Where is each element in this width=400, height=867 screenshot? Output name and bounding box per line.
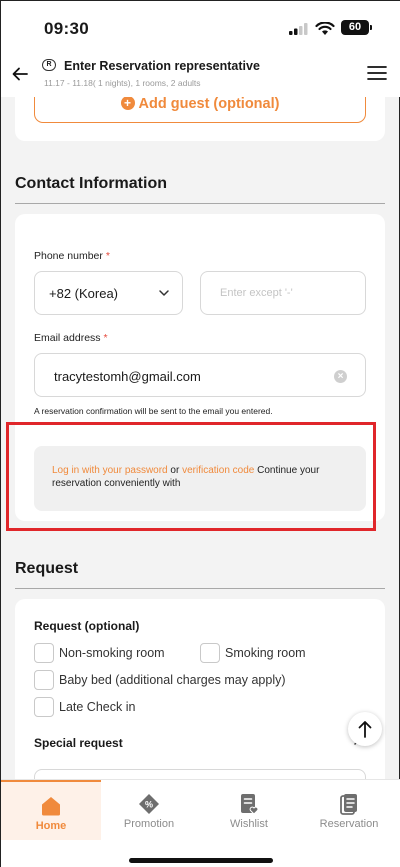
promotion-icon: % bbox=[139, 794, 159, 814]
scroll-to-top-button[interactable] bbox=[348, 712, 382, 746]
required-mark: * bbox=[103, 332, 108, 344]
clear-icon[interactable]: × bbox=[334, 370, 347, 383]
wifi-icon bbox=[315, 22, 335, 35]
stay-summary: 11.17 - 11.18( 1 nights), 1 rooms, 2 adu… bbox=[44, 78, 201, 88]
bottom-nav: Home % Promotion Wishlist Reservation bbox=[1, 779, 400, 867]
email-value: tracytestomh@gmail.com bbox=[54, 369, 201, 384]
guest-card: + Add guest (optional) bbox=[15, 97, 385, 141]
nav-reservation[interactable]: Reservation bbox=[299, 780, 399, 840]
nav-promotion[interactable]: % Promotion bbox=[99, 780, 199, 840]
status-bar: 09:30 60 bbox=[1, 1, 400, 53]
request-section-title: Request bbox=[15, 560, 79, 577]
nav-home-label: Home bbox=[35, 820, 67, 832]
baby-bed-checkbox[interactable] bbox=[34, 670, 54, 690]
contact-section-title: Contact Information bbox=[15, 175, 167, 192]
status-time: 09:30 bbox=[44, 19, 89, 38]
arrow-up-icon bbox=[358, 721, 372, 738]
baby-bed-label: Baby bed (additional charges may apply) bbox=[59, 673, 286, 687]
email-field[interactable]: tracytestomh@gmail.com × bbox=[34, 353, 366, 397]
add-guest-button[interactable]: + Add guest (optional) bbox=[34, 97, 366, 123]
required-mark: * bbox=[105, 250, 110, 262]
reservation-icon bbox=[340, 794, 357, 815]
late-checkin-label: Late Check in bbox=[59, 700, 136, 714]
nav-wishlist-label: Wishlist bbox=[230, 818, 268, 830]
back-arrow-icon[interactable] bbox=[11, 65, 29, 83]
plus-icon: + bbox=[120, 97, 135, 110]
nav-promotion-label: Promotion bbox=[123, 818, 175, 830]
special-request-label: Special request bbox=[34, 736, 123, 750]
svg-text:%: % bbox=[145, 800, 153, 810]
page-content[interactable]: + Add guest (optional) Contact Informatio… bbox=[1, 97, 400, 779]
home-indicator bbox=[129, 858, 273, 863]
country-code-value: +82 (Korea) bbox=[49, 286, 119, 301]
divider bbox=[15, 588, 385, 589]
home-icon bbox=[42, 797, 60, 816]
signal-icon bbox=[289, 23, 308, 35]
battery-icon: 60 bbox=[341, 20, 372, 35]
chevron-down-icon bbox=[159, 290, 169, 296]
non-smoking-label: Non-smoking room bbox=[59, 646, 165, 660]
special-request-input[interactable] bbox=[34, 769, 366, 779]
email-hint: A reservation confirmation will be sent … bbox=[34, 406, 273, 416]
nav-wishlist[interactable]: Wishlist bbox=[199, 780, 299, 840]
country-code-select[interactable]: +82 (Korea) bbox=[34, 271, 183, 315]
add-guest-label: Add guest (optional) bbox=[138, 97, 280, 112]
page-title: Enter Reservation representative bbox=[64, 59, 260, 73]
smoking-checkbox[interactable] bbox=[200, 643, 220, 663]
smoking-label: Smoking room bbox=[225, 646, 306, 660]
phone-label: Phone number * bbox=[34, 250, 110, 262]
nav-home[interactable]: Home bbox=[1, 780, 101, 840]
page-header: R Enter Reservation representative 11.17… bbox=[1, 53, 400, 97]
menu-icon[interactable] bbox=[367, 65, 387, 81]
request-subtitle: Request (optional) bbox=[34, 619, 140, 633]
email-label: Email address * bbox=[34, 332, 108, 344]
divider bbox=[15, 203, 385, 204]
highlight-annotation bbox=[6, 422, 376, 531]
non-smoking-checkbox[interactable] bbox=[34, 643, 54, 663]
phone-number-input[interactable] bbox=[200, 271, 366, 315]
late-checkin-checkbox[interactable] bbox=[34, 697, 54, 717]
wishlist-icon bbox=[241, 794, 259, 815]
nav-reservation-label: Reservation bbox=[319, 818, 379, 830]
hotel-badge-icon: R bbox=[42, 59, 56, 71]
